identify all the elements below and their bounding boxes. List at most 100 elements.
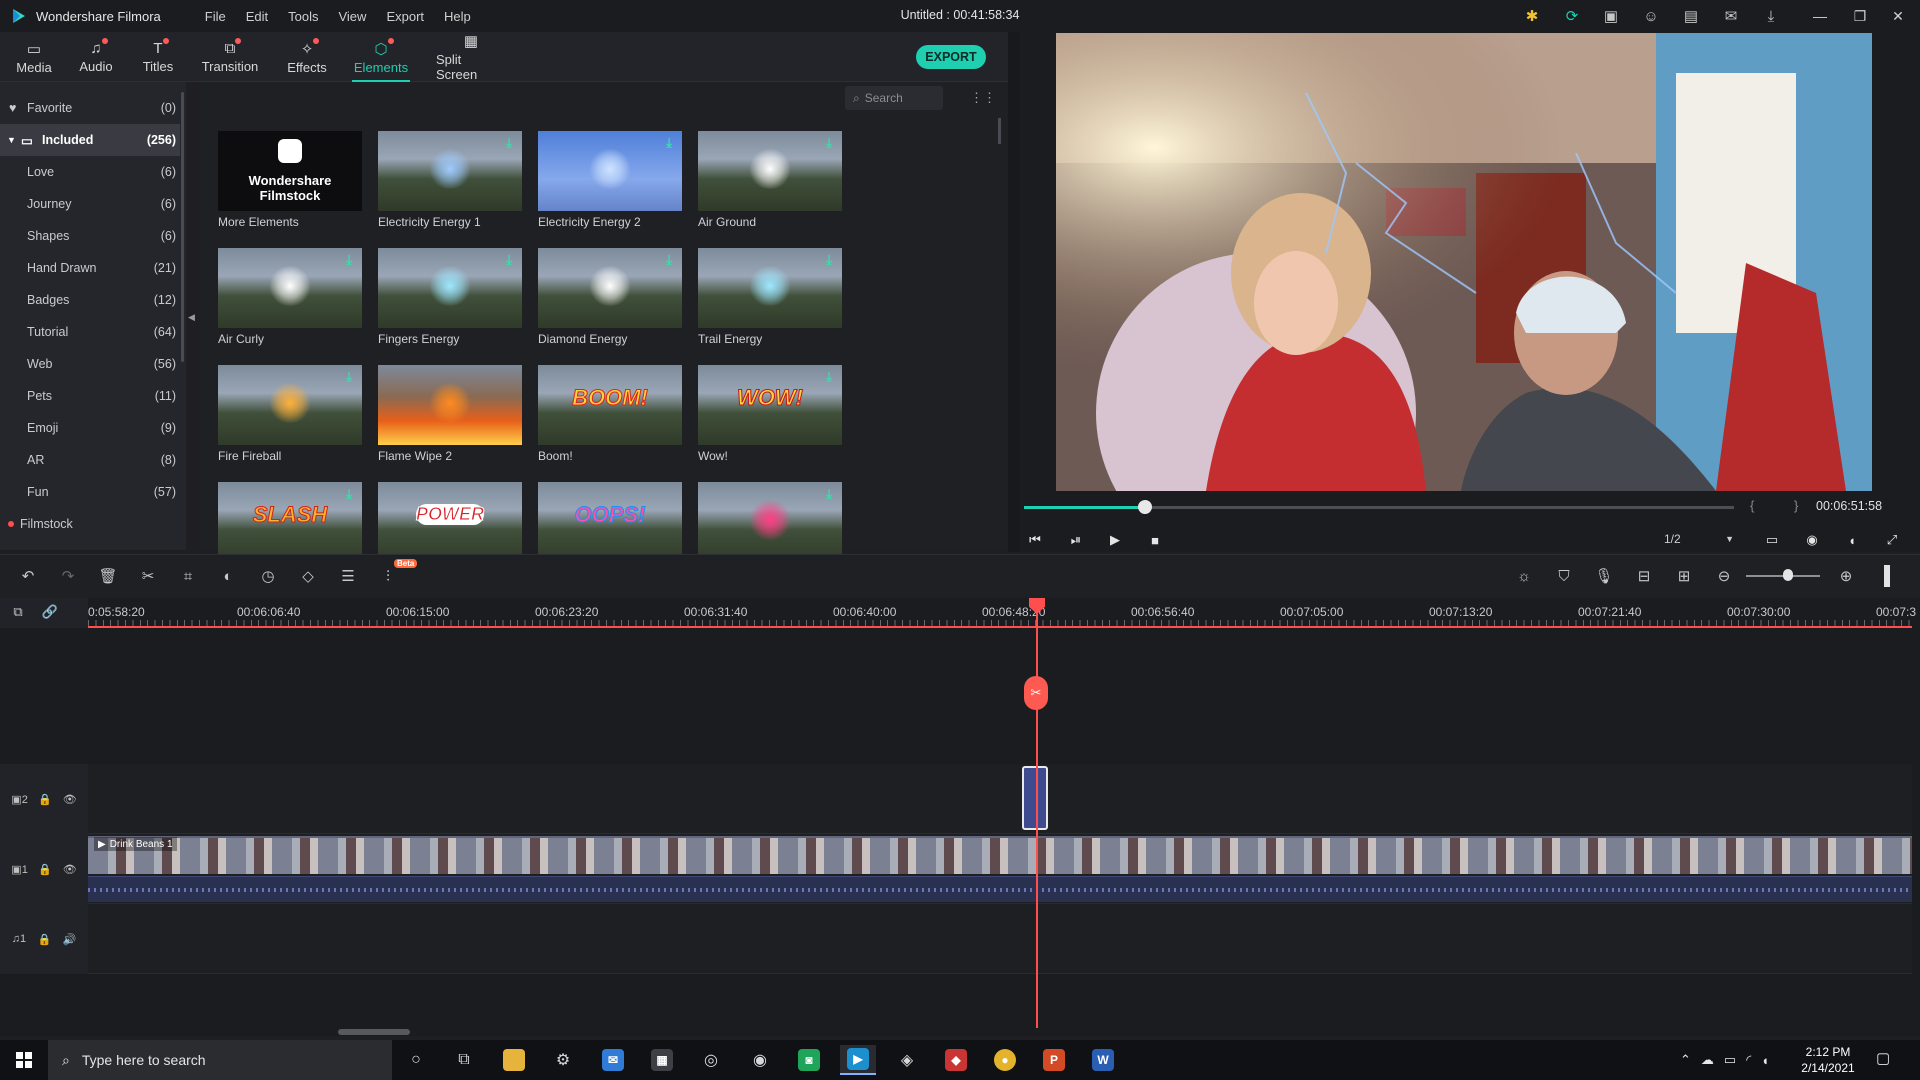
keyframe-icon[interactable]: ◇: [298, 566, 318, 586]
download-icon[interactable]: ⤓: [666, 135, 672, 151]
add-track-icon[interactable]: ⧉: [8, 602, 28, 622]
timeline-fit-handle[interactable]: [1884, 565, 1890, 587]
color-icon[interactable]: ◐: [218, 566, 238, 586]
download-icon[interactable]: ⤓: [826, 252, 832, 268]
menu-tools[interactable]: Tools: [278, 9, 328, 24]
tab-transition[interactable]: ⧉ Transition: [200, 36, 260, 78]
panel-divider[interactable]: [1008, 32, 1020, 552]
lock-icon[interactable]: 🔒: [38, 863, 52, 876]
restore-button[interactable]: ❐: [1840, 0, 1880, 32]
store-icon[interactable]: ▦: [644, 1045, 680, 1075]
eye-icon[interactable]: 👁: [63, 863, 77, 876]
element-card[interactable]: Flame Wipe 2: [378, 365, 522, 463]
search-input[interactable]: ⌕ Search: [845, 86, 943, 110]
taskbar-clock[interactable]: 2:12 PM 2/14/2021: [1792, 1044, 1864, 1076]
tab-audio[interactable]: ♫ Audio: [76, 36, 116, 78]
sidebar-item-pets[interactable]: Pets (11): [0, 380, 180, 412]
tab-titles[interactable]: T Titles: [138, 36, 178, 78]
element-card[interactable]: ⤓ Electricity Energy 2: [538, 131, 682, 229]
sync-icon[interactable]: ⟳: [1562, 6, 1582, 26]
file-explorer-icon[interactable]: [496, 1045, 532, 1075]
obs-icon[interactable]: ◉: [742, 1045, 778, 1075]
voiceover-mic-icon[interactable]: 🎙: [1594, 566, 1614, 586]
lock-icon[interactable]: 🔒: [37, 933, 51, 946]
in-out-markers[interactable]: { }: [1750, 498, 1816, 513]
scissor-split-icon[interactable]: ✂: [1024, 676, 1048, 710]
powerpoint-icon[interactable]: P: [1036, 1045, 1072, 1075]
menu-help[interactable]: Help: [434, 9, 481, 24]
sidebar-item-tutorial[interactable]: Tutorial (64): [0, 316, 180, 348]
minimize-button[interactable]: —: [1800, 0, 1840, 32]
library-scrollbar[interactable]: [998, 118, 1001, 144]
empty-lane[interactable]: [88, 630, 1912, 764]
sidebar-item-journey[interactable]: Journey (6): [0, 188, 180, 220]
element-card[interactable]: Wondershare Filmstock More Elements: [218, 131, 362, 229]
adjust-icon[interactable]: ☰: [338, 566, 358, 586]
redo-icon[interactable]: ↷: [58, 566, 78, 586]
wifi-icon[interactable]: ◜: [1746, 1052, 1751, 1068]
account-icon[interactable]: ☺: [1641, 6, 1661, 26]
sidebar-item-emoji[interactable]: Emoji (9): [0, 412, 180, 444]
element-card[interactable]: WOW! ⤓ Wow!: [698, 365, 842, 463]
download-icon[interactable]: ⤓: [666, 252, 672, 268]
lightbulb-icon[interactable]: ✱: [1522, 6, 1542, 26]
playback-progress-knob[interactable]: [1137, 500, 1152, 514]
element-card[interactable]: ⤓ Trail Energy: [698, 248, 842, 346]
filmora-taskbar-icon[interactable]: ▶: [840, 1045, 876, 1075]
menu-view[interactable]: View: [328, 9, 376, 24]
save-icon[interactable]: ▤: [1681, 6, 1701, 26]
element-card[interactable]: ⤓ Diamond Energy: [538, 248, 682, 346]
download-icon[interactable]: ⤓: [1761, 6, 1781, 26]
volume-icon[interactable]: ◖: [1842, 530, 1862, 550]
menu-file[interactable]: File: [195, 9, 236, 24]
download-icon[interactable]: ⤓: [506, 135, 512, 151]
lock-icon[interactable]: 🔒: [38, 793, 52, 806]
timeline-scrollbar[interactable]: [338, 1029, 410, 1035]
sidebar-item-fun[interactable]: Fun (57): [0, 476, 180, 508]
steam-icon[interactable]: ◈: [889, 1045, 925, 1075]
video-clip[interactable]: [88, 836, 1912, 874]
download-icon[interactable]: ⤓: [826, 135, 832, 151]
word-icon[interactable]: W: [1085, 1045, 1121, 1075]
sidebar-item-web[interactable]: Web (56): [0, 348, 180, 380]
play-icon[interactable]: ▶: [1105, 530, 1125, 550]
play-step-icon[interactable]: ⏯: [1066, 530, 1086, 550]
audio-mixer-icon[interactable]: ⊟: [1634, 566, 1654, 586]
game-app-icon[interactable]: ◆: [938, 1045, 974, 1075]
sidebar-item-favorite[interactable]: ♥ Favorite (0): [0, 92, 180, 124]
video-preview[interactable]: [1056, 33, 1872, 491]
element-card[interactable]: ⤓ Electricity Energy 1: [378, 131, 522, 229]
download-icon[interactable]: ⤓: [826, 369, 832, 385]
fullscreen-icon[interactable]: ⤢: [1882, 530, 1902, 550]
tab-effects[interactable]: ✧ Effects: [282, 36, 332, 78]
close-button[interactable]: ✕: [1878, 0, 1918, 32]
previous-frame-icon[interactable]: ⏮: [1025, 530, 1045, 550]
download-icon[interactable]: ⤓: [506, 252, 512, 268]
export-button[interactable]: EXPORT: [916, 45, 986, 69]
sidebar-item-ar[interactable]: AR (8): [0, 444, 180, 476]
download-icon[interactable]: ⤓: [826, 486, 832, 502]
track-2-lane[interactable]: [88, 764, 1912, 834]
mail-icon[interactable]: ✉: [1721, 6, 1741, 26]
crop-icon[interactable]: ⌗: [178, 566, 198, 586]
menu-export[interactable]: Export: [376, 9, 434, 24]
sidebar-item-hand-drawn[interactable]: Hand Drawn (21): [0, 252, 180, 284]
delete-icon[interactable]: 🗑: [98, 566, 118, 586]
xbox-game-bar-icon[interactable]: ◙: [791, 1045, 827, 1075]
sidebar-item-shapes[interactable]: Shapes (6): [0, 220, 180, 252]
split-icon[interactable]: ✂: [138, 566, 158, 586]
grid-view-icon[interactable]: ⋮⋮: [970, 90, 996, 105]
mail-icon[interactable]: ✉: [595, 1045, 631, 1075]
element-card[interactable]: ⤓ Fingers Energy: [378, 248, 522, 346]
menu-edit[interactable]: Edit: [236, 9, 278, 24]
taskbar-search-box[interactable]: ⌕ Type here to search: [48, 1040, 392, 1080]
battery-icon[interactable]: ▭: [1724, 1052, 1736, 1068]
notification-icon[interactable]: ▢: [1876, 1049, 1890, 1067]
element-card[interactable]: ⤓ Fire Fireball: [218, 365, 362, 463]
render-icon[interactable]: ☼: [1514, 566, 1534, 586]
snap-icon[interactable]: ⊞: [1674, 566, 1694, 586]
zoom-slider-knob[interactable]: [1783, 569, 1793, 581]
sidebar-scrollbar[interactable]: [181, 92, 184, 362]
stop-icon[interactable]: ■: [1145, 530, 1165, 550]
audio-lane[interactable]: [88, 904, 1912, 974]
